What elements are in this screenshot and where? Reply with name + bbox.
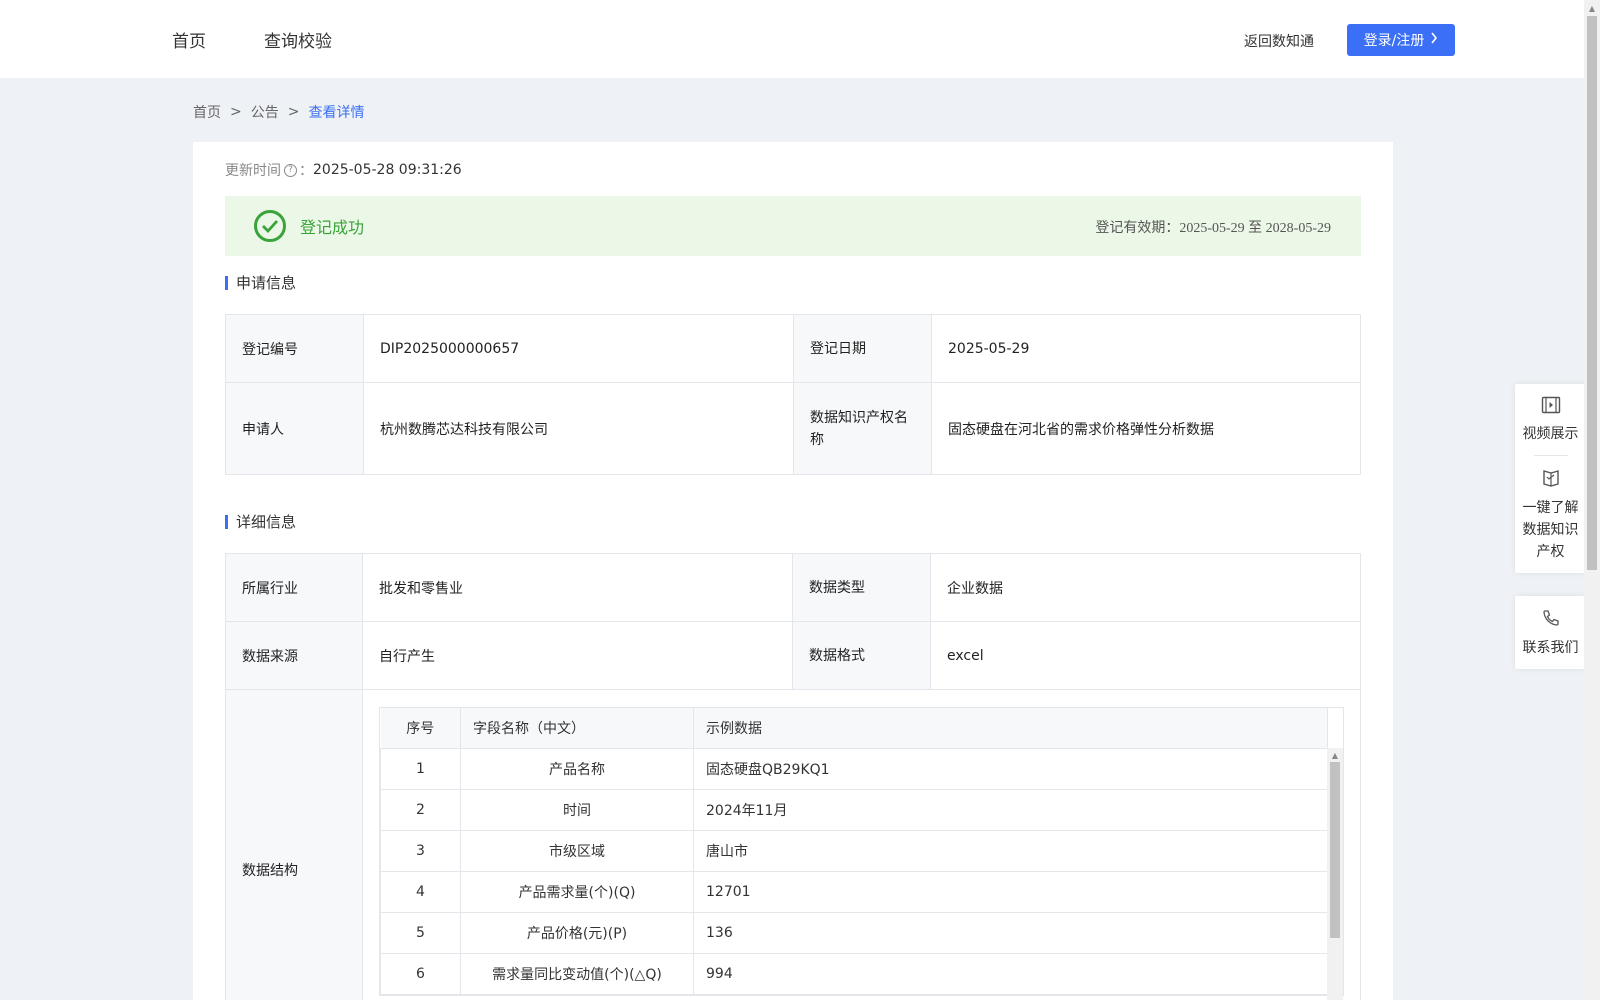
table-row: 1 产品名称 固态硬盘QB29KQ1: [380, 747, 1328, 790]
section-title-apply: 申请信息: [225, 272, 296, 293]
row-field-name: 时间: [460, 788, 694, 831]
reg-date-label: 登记日期: [793, 314, 932, 383]
page-scrollbar[interactable]: ▲: [1584, 0, 1600, 1000]
data-source-value: 自行产生: [362, 621, 793, 690]
row-field-name: 市级区域: [460, 829, 694, 872]
learn-ip-button[interactable]: 一键了解数据知识产权: [1515, 456, 1586, 573]
return-link[interactable]: 返回数知通: [1244, 31, 1314, 51]
data-structure-label: 数据结构: [225, 689, 363, 1000]
breadcrumb-home[interactable]: 首页: [193, 102, 221, 122]
apply-info-table: 登记编号 DIP2025000000657 登记日期 2025-05-29 申请…: [225, 314, 1361, 475]
section-marker: [225, 275, 228, 290]
table-row: 5 产品价格(元)(P) 136: [380, 911, 1328, 954]
ip-name-label: 数据知识产权名称: [793, 382, 932, 475]
row-sample-value: 2024年11月: [693, 788, 1328, 831]
section-marker: [225, 514, 228, 529]
table-row: 3 市级区域 唐山市: [380, 829, 1328, 872]
applicant-label: 申请人: [225, 382, 364, 475]
update-time-colon: ：: [299, 163, 313, 179]
table-row: 4 产品需求量(个)(Q) 12701: [380, 870, 1328, 913]
breadcrumb-separator: >: [230, 104, 242, 120]
reg-no-value: DIP2025000000657: [363, 314, 794, 383]
row-sample-value: 唐山市: [693, 829, 1328, 872]
login-button-label: 登录/注册: [1363, 33, 1425, 49]
detail-info-table: 所属行业 批发和零售业 数据类型 企业数据 数据来源 自行产生 数据格式 exc…: [225, 553, 1361, 1000]
row-index: 2: [380, 788, 461, 831]
nav-query-link[interactable]: 查询校验: [264, 27, 332, 52]
table-row: 2 时间 2024年11月: [380, 788, 1328, 831]
breadcrumb-current: 查看详情: [308, 105, 365, 121]
update-time-row: 更新时间 ? ： 2025-05-28 09:31:26: [225, 160, 462, 180]
scroll-up-arrow-icon[interactable]: ▲: [1327, 748, 1343, 762]
breadcrumb-notice[interactable]: 公告: [251, 102, 279, 122]
table-row: 6 需求量同比变动值(个)(△Q) 994: [380, 952, 1328, 995]
row-index: 4: [380, 870, 461, 913]
row-index: 3: [380, 829, 461, 872]
scroll-up-arrow-icon[interactable]: ▲: [1584, 0, 1600, 16]
column-header-index: 序号: [380, 708, 461, 749]
row-index: 6: [380, 952, 461, 995]
help-icon[interactable]: ?: [284, 163, 297, 177]
data-type-label: 数据类型: [792, 553, 931, 622]
contact-us-button[interactable]: 联系我们: [1515, 596, 1586, 669]
breadcrumb-separator: >: [287, 104, 300, 120]
row-sample-value: 136: [693, 911, 1328, 954]
section-title-detail: 详细信息: [225, 511, 296, 532]
reg-no-label: 登记编号: [225, 314, 364, 383]
structure-table-scrollbar[interactable]: ▲: [1327, 748, 1343, 1000]
reg-date-value: 2025-05-29: [931, 314, 1361, 383]
section-title-detail-label: 详细信息: [236, 513, 297, 531]
industry-label: 所属行业: [225, 553, 363, 622]
breadcrumb: 首页 > 公告 > 查看详情: [193, 102, 364, 122]
row-field-name: 产品需求量(个)(Q): [460, 870, 694, 913]
data-source-label: 数据来源: [225, 621, 363, 690]
contact-panel: 联系我们: [1515, 596, 1586, 669]
video-showcase-button[interactable]: 视频展示: [1515, 384, 1586, 455]
validity-value: 2025-05-29 至 2028-05-29: [1179, 221, 1331, 236]
row-index: 5: [380, 911, 461, 954]
row-field-name: 产品价格(元)(P): [460, 911, 694, 954]
scrollbar-thumb[interactable]: [1330, 762, 1340, 938]
data-type-value: 企业数据: [930, 553, 1361, 622]
update-time-value: 2025-05-28 09:31:26: [313, 162, 462, 178]
top-navbar: 首页 查询校验 返回数知通 登录/注册: [0, 0, 1584, 78]
status-banner: 登记成功 登记有效期：2025-05-29 至 2028-05-29: [225, 196, 1361, 256]
row-sample-value: 固态硬盘QB29KQ1: [693, 747, 1328, 790]
structure-table-wrapper[interactable]: 序号 字段名称（中文） 示例数据 1 产品名称 固态硬盘QB29KQ1 2 时间…: [379, 707, 1344, 1000]
data-structure-cell: 序号 字段名称（中文） 示例数据 1 产品名称 固态硬盘QB29KQ1 2 时间…: [362, 689, 1361, 1000]
contact-us-label: 联系我们: [1522, 640, 1579, 656]
chevron-right-icon: [1430, 32, 1438, 48]
column-header-field: 字段名称（中文）: [460, 708, 694, 749]
update-time-label: 更新时间: [225, 163, 281, 179]
row-index: 1: [380, 747, 461, 790]
column-header-sample: 示例数据: [693, 708, 1328, 749]
status-text: 登记成功: [300, 218, 365, 237]
video-showcase-label: 视频展示: [1522, 426, 1579, 442]
book-icon: [1541, 468, 1561, 497]
learn-ip-label: 一键了解数据知识产权: [1522, 500, 1579, 560]
login-register-button[interactable]: 登录/注册: [1347, 24, 1455, 56]
row-field-name: 需求量同比变动值(个)(△Q): [460, 952, 694, 995]
data-format-value: excel: [930, 621, 1361, 690]
check-circle-icon: [254, 210, 286, 242]
detail-card: 更新时间 ? ： 2025-05-28 09:31:26 登记成功 登记有效期：…: [193, 142, 1393, 1000]
data-format-label: 数据格式: [792, 621, 931, 690]
row-sample-value: 12701: [693, 870, 1328, 913]
row-sample-value: 994: [693, 952, 1328, 995]
structure-table: 序号 字段名称（中文） 示例数据 1 产品名称 固态硬盘QB29KQ1 2 时间…: [380, 708, 1328, 995]
section-title-apply-label: 申请信息: [236, 274, 297, 292]
page-scrollbar-thumb[interactable]: [1587, 16, 1597, 570]
phone-icon: [1541, 608, 1561, 637]
validity-label: 登记有效期：: [1095, 220, 1180, 236]
ip-name-value: 固态硬盘在河北省的需求价格弹性分析数据: [931, 382, 1361, 475]
nav-home-link[interactable]: 首页: [172, 27, 206, 52]
floating-side-panel: 视频展示 一键了解数据知识产权: [1515, 384, 1586, 573]
row-field-name: 产品名称: [460, 747, 694, 790]
applicant-value: 杭州数腾芯达科技有限公司: [363, 382, 794, 475]
industry-value: 批发和零售业: [362, 553, 793, 622]
video-icon: [1541, 396, 1561, 423]
validity-period: 登记有效期：2025-05-29 至 2028-05-29: [1095, 217, 1331, 237]
